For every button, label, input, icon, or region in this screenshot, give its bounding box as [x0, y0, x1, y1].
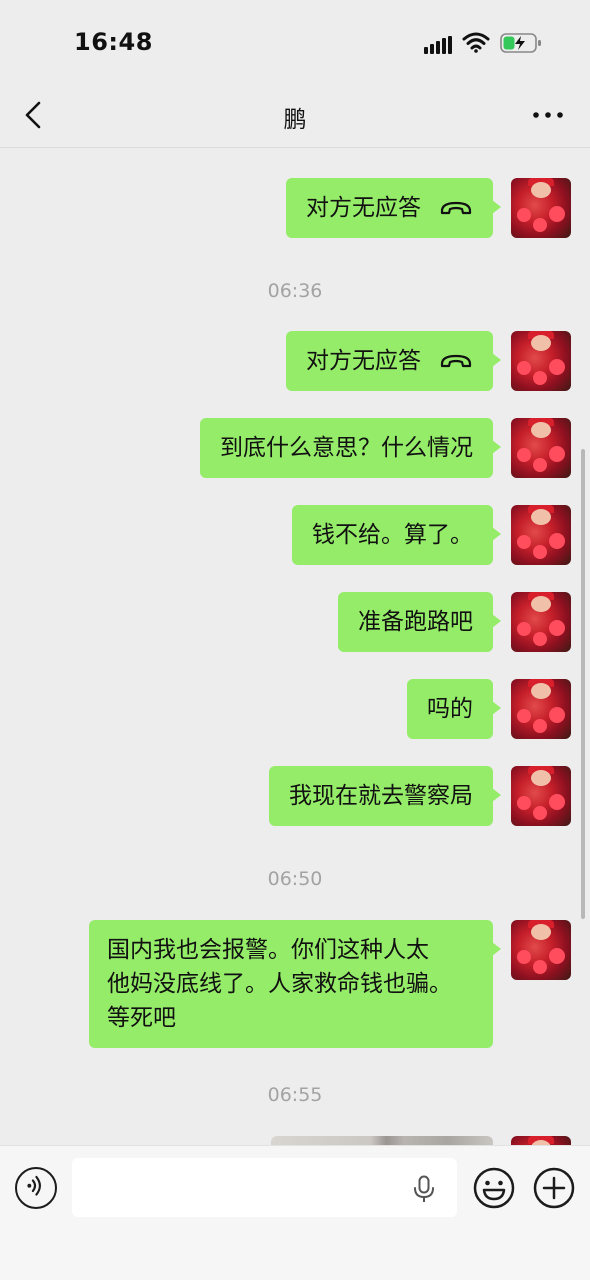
text-message-bubble[interactable]: 到底什么意思？什么情况 [200, 418, 501, 478]
contact-name[interactable]: 鹏 [0, 100, 590, 134]
message-line: 国内我也会报警。你们这种人太 [107, 937, 429, 963]
my-avatar[interactable] [511, 418, 571, 478]
my-avatar[interactable] [511, 1136, 571, 1145]
my-avatar[interactable] [511, 331, 571, 391]
call-status-text: 对方无应答 [306, 195, 421, 221]
emoji-icon[interactable] [473, 1167, 515, 1209]
status-time: 16:48 [74, 28, 153, 56]
voice-icon [27, 1175, 41, 1196]
call-message-bubble[interactable]: 对方无应答 [286, 331, 501, 391]
timestamp: 06:36 [267, 280, 323, 302]
input-bar [0, 1145, 590, 1280]
message-list[interactable]: 对方无应答 06:36 对方无应答 到底什么意思？什么情况 钱不给。算了。 准备… [0, 149, 590, 1145]
wifi-icon [462, 32, 490, 53]
battery-charging-icon [500, 33, 541, 53]
text-message-bubble[interactable]: 吗的 [407, 679, 501, 739]
image-message[interactable] [271, 1136, 493, 1145]
message-input[interactable] [72, 1158, 457, 1217]
scrollbar[interactable] [581, 449, 585, 919]
plus-icon[interactable] [533, 1167, 575, 1209]
more-icon[interactable] [530, 102, 566, 128]
my-avatar[interactable] [511, 505, 571, 565]
voice-mode-button[interactable] [15, 1167, 57, 1209]
my-avatar[interactable] [511, 592, 571, 652]
my-avatar[interactable] [511, 920, 571, 980]
call-message-bubble[interactable]: 对方无应答 [286, 178, 501, 238]
phone-hangup-icon [440, 354, 472, 368]
my-avatar[interactable] [511, 178, 571, 238]
timestamp: 06:55 [267, 1084, 323, 1106]
text-message-bubble[interactable]: 钱不给。算了。 [292, 505, 501, 565]
timestamp: 06:50 [267, 868, 323, 890]
chat-header: 鹏 [0, 88, 590, 148]
text-message-bubble[interactable]: 准备跑路吧 [338, 592, 501, 652]
my-avatar[interactable] [511, 766, 571, 826]
message-line: 他妈没底线了。人家救命钱也骗。 [107, 971, 452, 997]
status-bar: 16:48 [0, 0, 590, 88]
signal-icon [424, 36, 452, 54]
text-message-bubble[interactable]: 我现在就去警察局 [269, 766, 501, 826]
text-message-bubble[interactable]: 国内我也会报警。你们这种人太 他妈没底线了。人家救命钱也骗。 等死吧 [89, 920, 501, 1048]
message-line: 等死吧 [107, 1005, 176, 1031]
my-avatar[interactable] [511, 679, 571, 739]
phone-hangup-icon [440, 201, 472, 215]
call-status-text: 对方无应答 [306, 348, 421, 374]
microphone-icon[interactable] [412, 1175, 436, 1203]
